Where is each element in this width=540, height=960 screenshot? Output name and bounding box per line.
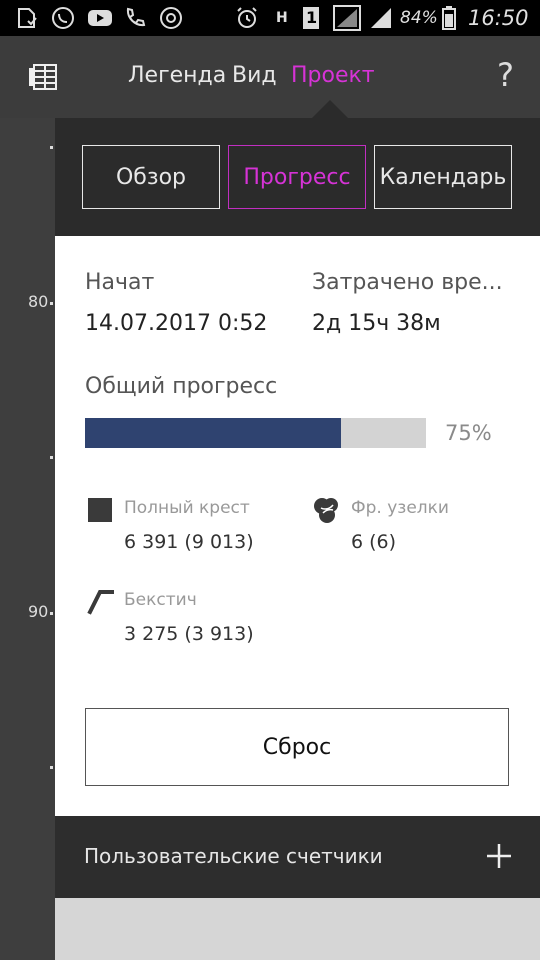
overall-progress-label: Общий прогресс bbox=[85, 374, 278, 399]
time-spent-value: 2д 15ч 38м bbox=[312, 311, 441, 336]
sim-slot-label: 1 bbox=[306, 8, 318, 27]
signal-strength-icon bbox=[368, 6, 394, 30]
nav-legend[interactable]: Легенда bbox=[128, 63, 226, 88]
youtube-icon bbox=[86, 6, 114, 30]
sync-icon bbox=[158, 6, 184, 30]
sim-card-icon bbox=[14, 6, 40, 30]
custom-counters-label: Пользовательские счетчики bbox=[84, 844, 383, 868]
network-type-label: H bbox=[276, 10, 288, 26]
bottom-strip bbox=[55, 898, 540, 960]
progress-content: Начат 14.07.2017 0:52 Затрачено вре... 2… bbox=[55, 236, 540, 816]
overall-progress-bar bbox=[85, 418, 426, 448]
tick-mark bbox=[50, 612, 53, 615]
overall-progress-percent: 75% bbox=[445, 421, 492, 445]
tick-mark bbox=[50, 456, 53, 459]
french-knots-label: Фр. узелки bbox=[351, 498, 449, 518]
started-value: 14.07.2017 0:52 bbox=[85, 311, 268, 336]
alarm-icon bbox=[234, 6, 260, 30]
clock: 16:50 bbox=[468, 6, 529, 30]
backstitch-icon bbox=[87, 588, 114, 615]
chart-edge bbox=[0, 118, 55, 960]
started-label: Начат bbox=[85, 270, 155, 295]
backstitch-value: 3 275 (3 913) bbox=[124, 623, 254, 645]
reset-button[interactable]: Сброс bbox=[85, 708, 509, 786]
add-counter-icon[interactable] bbox=[484, 841, 514, 871]
backstitch-label: Бекстич bbox=[124, 590, 197, 610]
full-cross-icon bbox=[88, 498, 114, 524]
tab-overview[interactable]: Обзор bbox=[82, 145, 220, 209]
overall-progress-fill bbox=[85, 418, 341, 448]
grid-icon[interactable] bbox=[28, 62, 58, 92]
tick-mark bbox=[50, 302, 53, 305]
full-cross-label: Полный крест bbox=[124, 498, 250, 518]
french-knot-icon bbox=[313, 496, 339, 523]
nav-view[interactable]: Вид bbox=[232, 63, 277, 88]
nav-project[interactable]: Проект bbox=[291, 63, 375, 88]
tab-bar: Обзор Прогресс Календарь bbox=[55, 118, 540, 236]
viber-icon bbox=[50, 6, 76, 30]
phone-wifi-icon bbox=[122, 6, 148, 30]
french-knots-value: 6 (6) bbox=[351, 531, 397, 553]
custom-counters-bar[interactable]: Пользовательские счетчики bbox=[55, 816, 540, 898]
top-app-bar: Легенда Вид Проект ? bbox=[0, 36, 540, 118]
signal-box-icon bbox=[332, 5, 362, 31]
battery-icon bbox=[440, 6, 458, 30]
help-button[interactable]: ? bbox=[497, 56, 514, 94]
tick-mark bbox=[50, 766, 53, 769]
tick-mark bbox=[50, 146, 53, 149]
battery-percent: 84% bbox=[400, 8, 438, 28]
tab-progress[interactable]: Прогресс bbox=[228, 145, 366, 209]
axis-label-90: 90 bbox=[28, 602, 49, 621]
time-spent-label: Затрачено вре... bbox=[312, 270, 503, 295]
project-panel: Обзор Прогресс Календарь Начат 14.07.201… bbox=[55, 118, 540, 960]
menu-pointer bbox=[312, 100, 348, 118]
full-cross-value: 6 391 (9 013) bbox=[124, 531, 254, 553]
status-bar: H 1 84% 16:50 bbox=[0, 0, 540, 36]
tab-calendar[interactable]: Календарь bbox=[374, 145, 512, 209]
axis-label-80: 80 bbox=[28, 292, 49, 311]
